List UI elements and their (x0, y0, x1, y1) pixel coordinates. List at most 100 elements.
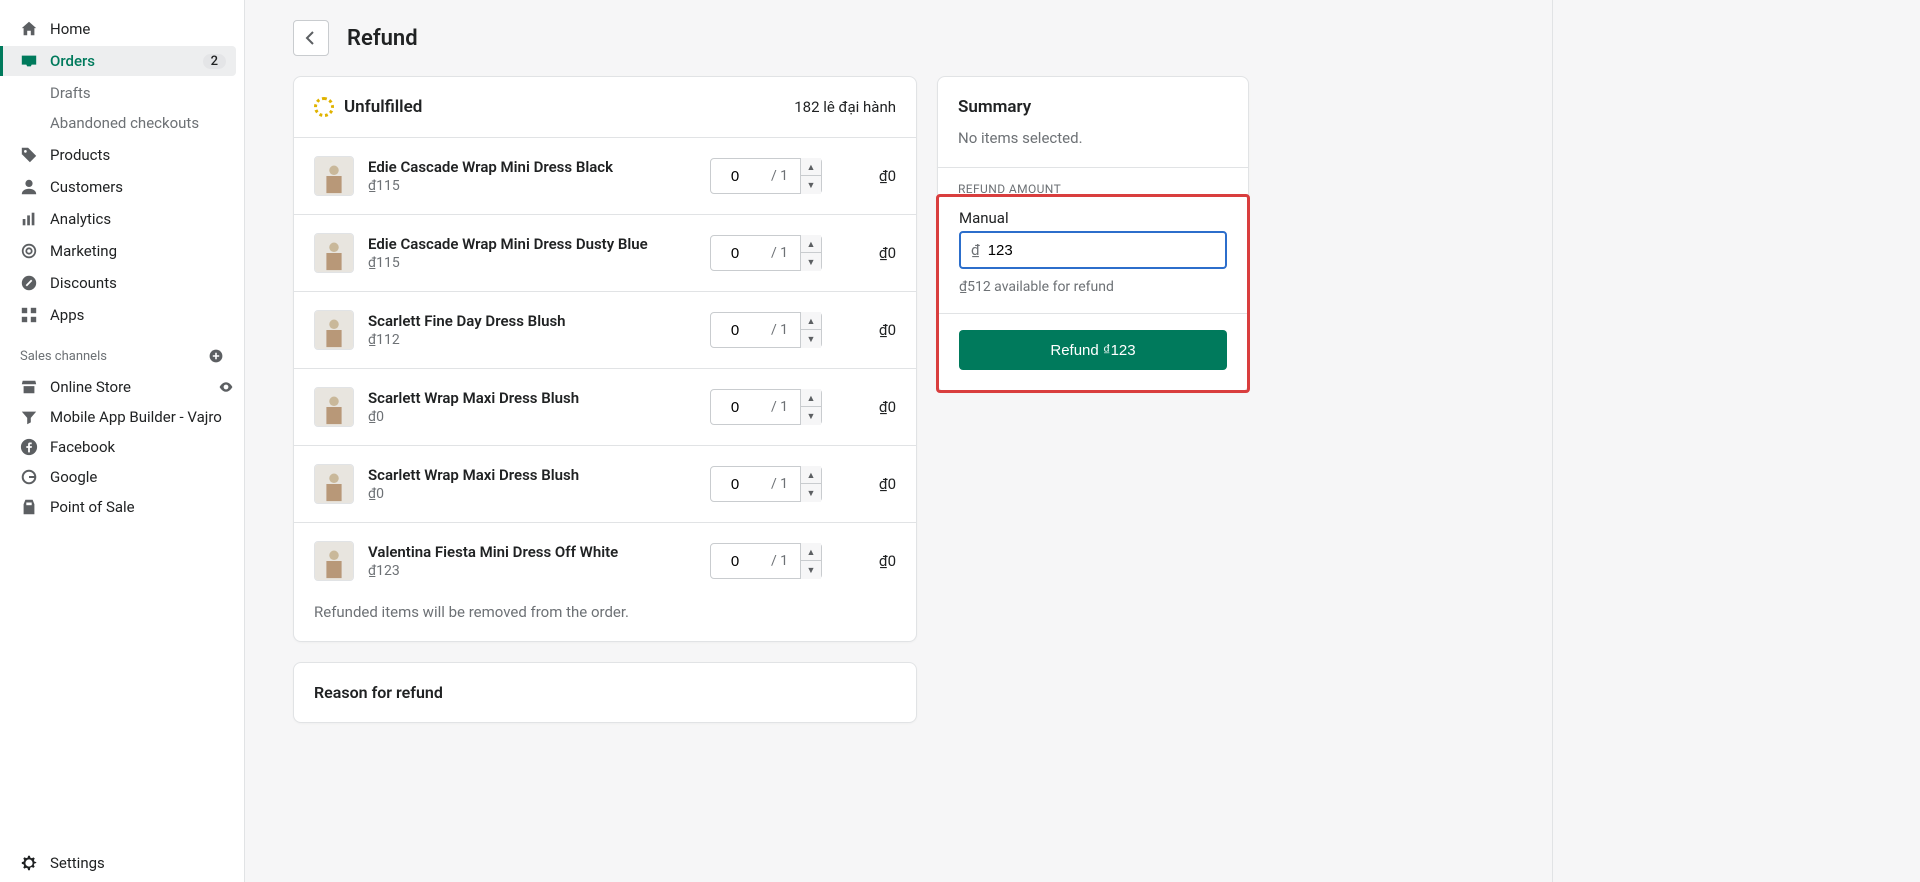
channel-label: Mobile App Builder - Vajro (50, 408, 234, 426)
nav-orders[interactable]: Orders 2 (0, 46, 236, 76)
refund-amount-field[interactable]: ₫ (959, 231, 1227, 269)
quantity-max: / 1 (759, 245, 800, 261)
item-title: Scarlett Wrap Maxi Dress Blush (368, 466, 696, 484)
facebook-icon (20, 438, 38, 456)
summary-card: Summary No items selected. REFUND AMOUNT… (937, 76, 1249, 392)
quantity-input[interactable] (711, 322, 759, 339)
qty-down[interactable]: ▼ (801, 253, 821, 271)
nav-label: Marketing (50, 242, 226, 260)
qty-down[interactable]: ▼ (801, 484, 821, 502)
line-item: Scarlett Wrap Maxi Dress Blush ₫0 / 1 ▲ … (294, 368, 916, 445)
line-item: Scarlett Wrap Maxi Dress Blush ₫0 / 1 ▲ … (294, 445, 916, 522)
line-item: Edie Cascade Wrap Mini Dress Dusty Blue … (294, 214, 916, 291)
channel-pos[interactable]: Point of Sale (0, 492, 244, 522)
qty-down[interactable]: ▼ (801, 176, 821, 194)
discount-icon (20, 274, 38, 292)
item-price: ₫112 (368, 332, 696, 348)
channel-mobile-app[interactable]: Mobile App Builder - Vajro (0, 402, 244, 432)
main-content: Refund Unfulfilled 182 lê đại hành Edie … (245, 0, 1552, 882)
nav-analytics[interactable]: Analytics (0, 204, 236, 234)
nav-products[interactable]: Products (0, 140, 236, 170)
user-icon (20, 178, 38, 196)
quantity-stepper[interactable]: / 1 ▲ ▼ (710, 466, 822, 502)
nav-settings[interactable]: Settings (0, 844, 244, 882)
product-thumb (314, 156, 354, 196)
nav-home[interactable]: Home (0, 14, 236, 44)
apps-icon (20, 306, 38, 324)
refund-amount-input[interactable] (988, 242, 1215, 259)
nav-drafts[interactable]: Drafts (0, 78, 244, 108)
quantity-stepper[interactable]: / 1 ▲ ▼ (710, 158, 822, 194)
eye-icon[interactable] (218, 379, 234, 395)
quantity-input[interactable] (711, 168, 759, 185)
quantity-stepper[interactable]: / 1 ▲ ▼ (710, 235, 822, 271)
line-total: ₫0 (836, 167, 896, 185)
line-total: ₫0 (836, 552, 896, 570)
nav-discounts[interactable]: Discounts (0, 268, 236, 298)
qty-up[interactable]: ▲ (801, 466, 821, 484)
qty-up[interactable]: ▲ (801, 235, 821, 253)
channel-facebook[interactable]: Facebook (0, 432, 244, 462)
pos-icon (20, 498, 38, 516)
qty-down[interactable]: ▼ (801, 407, 821, 425)
nav-label: Home (50, 20, 226, 38)
nav-label: Analytics (50, 210, 226, 228)
line-total: ₫0 (836, 475, 896, 493)
line-item: Scarlett Fine Day Dress Blush ₫112 / 1 ▲… (294, 291, 916, 368)
item-title: Edie Cascade Wrap Mini Dress Black (368, 158, 696, 176)
nav-abandoned-checkouts[interactable]: Abandoned checkouts (0, 108, 244, 138)
back-button[interactable] (293, 20, 329, 56)
item-price: ₫0 (368, 486, 696, 502)
page-title: Refund (347, 26, 418, 51)
currency-prefix: ₫ (971, 241, 980, 259)
quantity-input[interactable] (711, 553, 759, 570)
quantity-stepper[interactable]: / 1 ▲ ▼ (710, 312, 822, 348)
bars-icon (20, 210, 38, 228)
product-thumb (314, 464, 354, 504)
product-thumb (314, 310, 354, 350)
orders-badge: 2 (203, 54, 226, 69)
target-icon (20, 242, 38, 260)
qty-up[interactable]: ▲ (801, 312, 821, 330)
nav-customers[interactable]: Customers (0, 172, 236, 202)
line-total: ₫0 (836, 321, 896, 339)
nav-label: Discounts (50, 274, 226, 292)
page-header: Refund (293, 20, 1504, 56)
line-total: ₫0 (836, 244, 896, 262)
tag-icon (20, 146, 38, 164)
line-total: ₫0 (836, 398, 896, 416)
qty-up[interactable]: ▲ (801, 158, 821, 176)
nav-marketing[interactable]: Marketing (0, 236, 236, 266)
channel-label: Facebook (50, 438, 234, 456)
quantity-stepper[interactable]: / 1 ▲ ▼ (710, 543, 822, 579)
quantity-max: / 1 (759, 476, 800, 492)
quantity-input[interactable] (711, 399, 759, 416)
reason-card: Reason for refund (293, 662, 917, 723)
nav-label: Customers (50, 178, 226, 196)
refund-button[interactable]: Refund ₫123 (959, 330, 1227, 370)
add-channel-icon[interactable] (208, 348, 224, 364)
channel-google[interactable]: Google (0, 462, 244, 492)
item-title: Valentina Fiesta Mini Dress Off White (368, 543, 696, 561)
nav-apps[interactable]: Apps (0, 300, 236, 330)
inbox-icon (20, 52, 38, 70)
nav-label: Products (50, 146, 226, 164)
quantity-input[interactable] (711, 476, 759, 493)
unfulfilled-card: Unfulfilled 182 lê đại hành Edie Cascade… (293, 76, 917, 642)
quantity-input[interactable] (711, 245, 759, 262)
item-price: ₫0 (368, 409, 696, 425)
quantity-stepper[interactable]: / 1 ▲ ▼ (710, 389, 822, 425)
qty-down[interactable]: ▼ (801, 561, 821, 579)
home-icon (20, 20, 38, 38)
summary-title: Summary (958, 97, 1228, 117)
filter-icon (20, 408, 38, 426)
status-text: Unfulfilled (344, 97, 422, 117)
manual-label: Manual (959, 209, 1227, 227)
channel-label: Online Store (50, 378, 206, 396)
qty-up[interactable]: ▲ (801, 543, 821, 561)
available-refund-hint: ₫512 available for refund (959, 279, 1227, 295)
channels-label: Sales channels (20, 349, 107, 364)
qty-up[interactable]: ▲ (801, 389, 821, 407)
qty-down[interactable]: ▼ (801, 330, 821, 348)
channel-online-store[interactable]: Online Store (0, 372, 244, 402)
